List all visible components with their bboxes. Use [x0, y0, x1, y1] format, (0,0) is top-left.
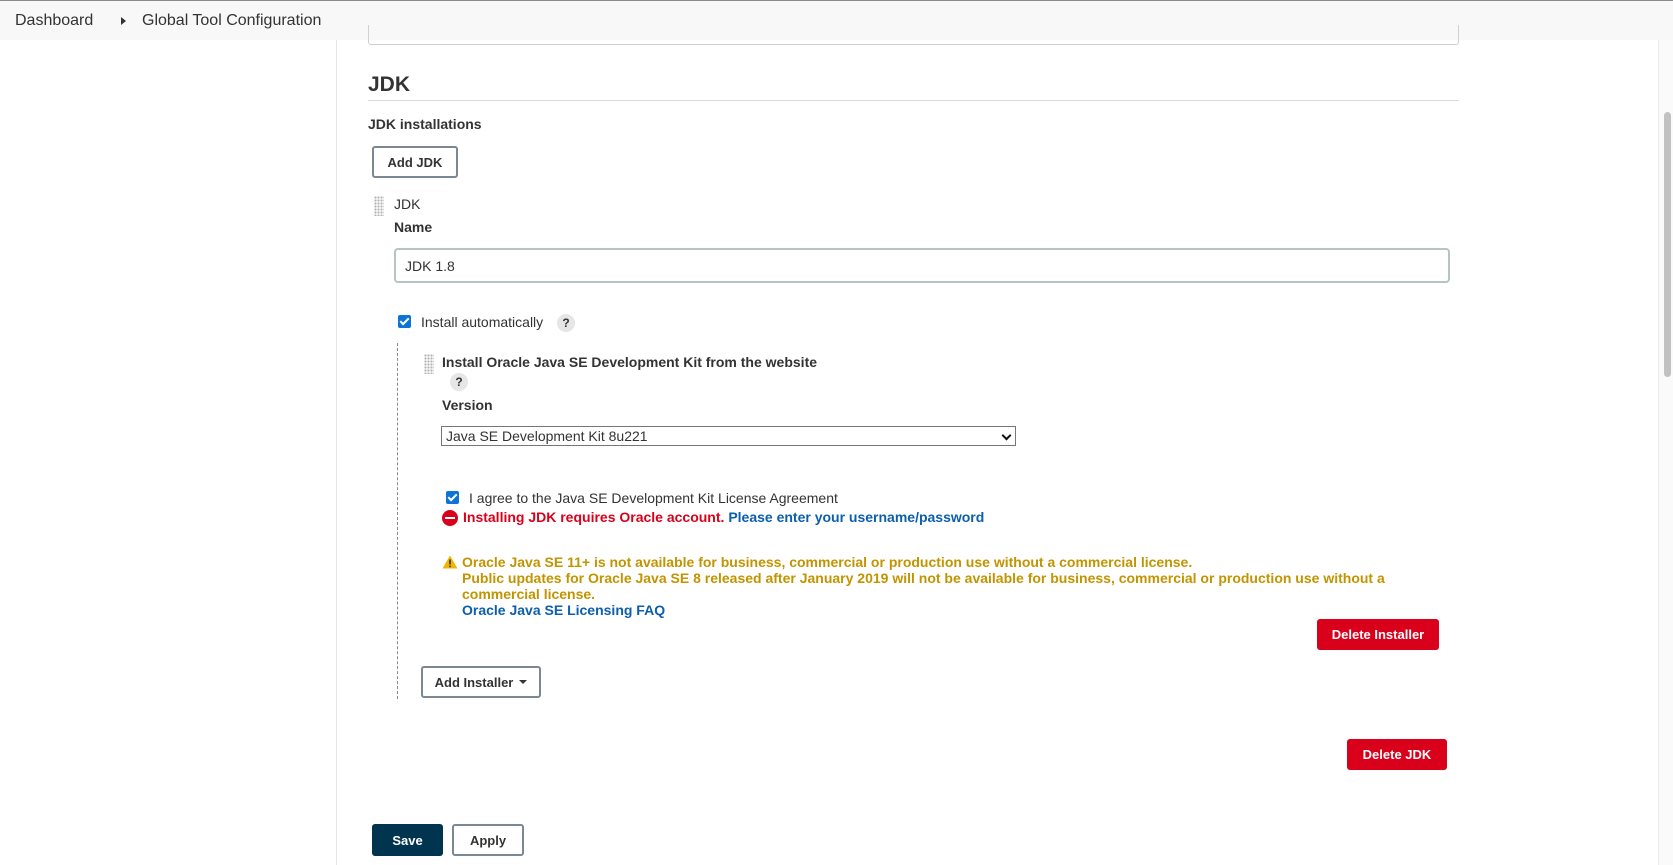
version-label: Version — [442, 397, 493, 413]
help-icon[interactable]: ? — [450, 373, 468, 391]
section-divider — [368, 100, 1459, 101]
add-installer-label: Add Installer — [434, 674, 514, 690]
drag-handle-icon[interactable] — [374, 196, 384, 216]
warning-line-1: Oracle Java SE 11+ is not available for … — [462, 554, 1193, 570]
breadcrumb-global-tool-configuration[interactable]: Global Tool Configuration — [142, 12, 321, 30]
license-agree-checkbox[interactable] — [446, 491, 459, 504]
warning-line-3: commercial license. — [462, 586, 596, 602]
error-icon — [442, 510, 458, 526]
jdk-item-header: JDK — [394, 196, 421, 212]
chevron-down-icon — [1001, 430, 1012, 441]
scrollbar-thumb[interactable] — [1664, 112, 1671, 377]
breadcrumb-dashboard[interactable]: Dashboard — [15, 12, 93, 30]
apply-button[interactable]: Apply — [452, 824, 524, 856]
delete-installer-button[interactable]: Delete Installer — [1317, 619, 1439, 650]
help-icon[interactable]: ? — [557, 314, 575, 332]
sidebar-divider — [336, 40, 337, 865]
installer-nesting-line — [397, 343, 398, 699]
jdk-name-input[interactable] — [394, 248, 1450, 283]
version-select[interactable]: Java SE Development Kit 8u221 — [441, 426, 1016, 446]
installer-title: Install Oracle Java SE Development Kit f… — [442, 354, 818, 370]
enter-credentials-link[interactable]: Please enter your username/password — [728, 509, 984, 525]
caret-down-icon — [519, 680, 528, 684]
jdk-installations-label: JDK installations — [368, 116, 482, 132]
section-title-jdk: JDK — [368, 73, 411, 96]
warning-icon — [442, 555, 458, 569]
save-button[interactable]: Save — [372, 824, 443, 856]
previous-section-border — [368, 25, 1459, 45]
error-text: Installing JDK requires Oracle account. — [463, 509, 725, 525]
error-message: Installing JDK requires Oracle account. … — [463, 509, 984, 525]
install-automatically-checkbox[interactable] — [398, 315, 411, 328]
install-automatically-label: Install automatically — [421, 314, 544, 330]
delete-jdk-button[interactable]: Delete JDK — [1347, 739, 1447, 770]
licensing-faq-link[interactable]: Oracle Java SE Licensing FAQ — [462, 602, 665, 618]
version-select-value: Java SE Development Kit 8u221 — [446, 428, 648, 444]
add-jdk-button[interactable]: Add JDK — [372, 146, 458, 178]
warning-line-2: Public updates for Oracle Java SE 8 rele… — [462, 570, 1385, 586]
chevron-right-icon — [121, 17, 126, 25]
name-label: Name — [394, 219, 433, 235]
add-installer-button[interactable]: Add Installer — [421, 666, 541, 698]
drag-handle-icon[interactable] — [424, 354, 434, 374]
license-agree-label: I agree to the Java SE Development Kit L… — [469, 490, 838, 506]
